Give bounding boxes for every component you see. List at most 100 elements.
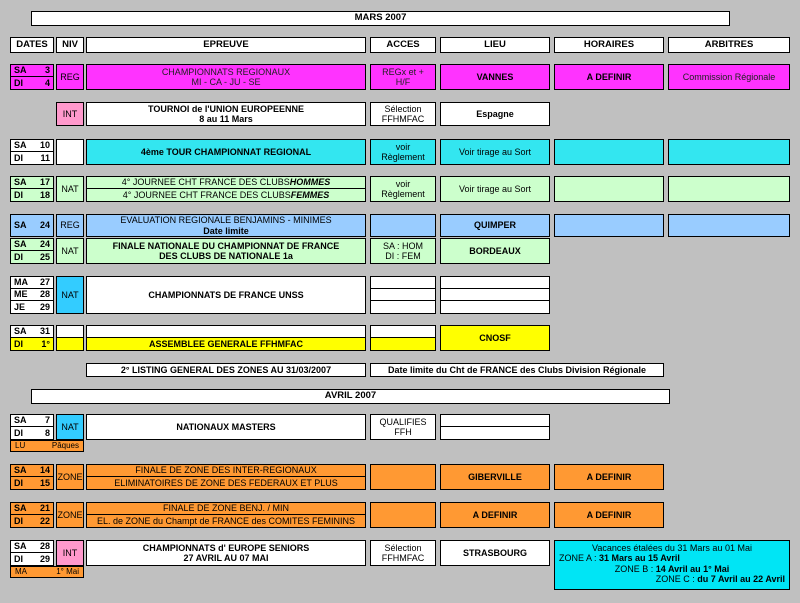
lieu-cell: BORDEAUX [440,238,550,264]
acces-line: QUALIFIES [379,416,427,427]
niv-cell: INT [56,540,84,566]
day-number: 1° [41,338,50,349]
day-number: 4 [44,77,50,88]
horaires-cell: A DEFINIR [554,64,664,90]
lieu-cell: GIBERVILLE [440,464,550,490]
acces-cell: Sélection FFHMFAC [370,540,436,566]
month-title-mars: MARS 2007 [31,11,730,26]
acces-line: H/F [395,77,411,87]
day-number: 29 [39,553,50,564]
lieu-cell [440,301,550,314]
epreuve-cell: CHAMPIONNATS d' EUROPE SENIORS 27 AVRIL A… [86,540,366,566]
date-cell: SA 21 [10,502,54,515]
holiday-mai: MA 1° Mai [10,566,84,578]
date-cell: SA 24 [10,214,54,237]
day: DI [14,251,23,262]
epreuve-text: 4° JOURNEE CHT FRANCE DES CLUBS [122,189,291,200]
day-number: 22 [39,515,50,526]
niv-cell: REG [56,214,84,237]
day: DI [14,515,23,526]
zone-label: ZONE B : [614,563,656,574]
acces-line: FFH [394,427,412,437]
day-number: 28 [39,541,50,552]
acces-cell: Sélection FFHMFAC [370,102,436,126]
epreuve-cell: CHAMPIONNATS DE FRANCE UNSS [86,276,366,314]
niv-cell [56,139,84,165]
epreuve-cell: ASSEMBLEE GENERALE FFHMFAC [86,338,366,351]
month-title-text: MARS 2007 [354,12,407,24]
header-niv: NIV [56,37,84,53]
zone-dates: du 7 Avril au 22 Avril [697,574,785,585]
date-cell: SA 28 [10,540,54,553]
acces-line: Sélection [384,103,422,114]
lieu-cell: Voir tirage au Sort [440,176,550,202]
date-cell: DI 25 [10,251,54,264]
lieu-cell: CNOSF [440,325,550,351]
day-number: 11 [40,152,50,163]
lieu-cell: VANNES [440,64,550,90]
header-dates: DATES [10,37,54,53]
arbitres-cell: Commission Régionale [668,64,790,90]
day: SA [14,541,27,552]
horaires-cell: A DEFINIR [554,464,664,490]
day: SA [14,239,27,250]
zone-dates: 31 Mars au 15 Avril [599,553,680,564]
holiday-paques: LU Pâques [10,440,84,452]
day-number: 25 [39,251,50,262]
acces-line: voir [395,141,411,152]
acces-line: REGx et + [382,66,424,77]
acces-line: FFHMFAC [381,114,425,124]
epreuve-line: EVALUATION REGIONALE BENJAMINS - MINIMES [120,215,332,226]
day: SA [14,65,27,76]
niv-cell: ZONE [56,502,84,528]
epreuve-cell: NATIONAUX MASTERS [86,414,366,440]
day-number: 27 [39,277,50,288]
acces-line: voir [395,178,411,189]
lieu-cell [440,276,550,289]
niv-cell: INT [56,102,84,126]
epreuve-line: FINALE DE ZONE DES INTER-REGIONAUX [86,464,366,477]
acces-line: Sélection [384,542,422,553]
epreuve-cell: TOURNOI de l'UNION EUROPEENNE 8 au 11 Mar… [86,102,366,126]
holiday-label: Pâques [51,441,79,451]
day: SA [14,177,27,188]
date-cell: SA 7 [10,414,54,427]
acces-line: Règlement [381,152,425,162]
epreuve-cell: 4ème TOUR CHAMPIONNAT REGIONAL [86,139,366,165]
date-cell: JE 29 [10,301,54,314]
day-number: 21 [39,503,50,514]
day: SA [14,220,27,231]
holiday-label: 1° Mai [56,567,79,577]
date-cell: DI 18 [10,189,54,202]
date-cell: SA 17 [10,176,54,189]
arbitres-cell [668,214,790,237]
lieu-cell [440,414,550,427]
acces-line: SA : HOM [382,240,423,251]
day-number: 24 [39,220,50,231]
header-acces: ACCES [370,37,436,53]
date-cell: DI 11 [10,152,54,165]
header-epreuve: EPREUVE [86,37,366,53]
epreuve-line: CHAMPIONNATS REGIONAUX [161,66,291,77]
date-cell: SA 24 [10,238,54,251]
niv-cell: REG [56,64,84,90]
epreuve-line-femmes: 4° JOURNEE CHT FRANCE DES CLUBS FEMMES [86,189,366,202]
day-number: 17 [39,177,50,188]
date-cell: SA 14 [10,464,54,477]
day: SA [14,326,27,337]
day-number: 18 [39,189,50,200]
date-cell: DI 22 [10,515,54,528]
lieu-cell: Espagne [440,102,550,126]
epreuve-line: FINALE DE ZONE BENJ. / MIN [86,502,366,515]
acces-cell [370,289,436,301]
day: JE [14,301,26,312]
day: SA [14,140,27,151]
lieu-cell: STRASBOURG [440,540,550,566]
date-cell: DI 15 [10,477,54,490]
acces-cell [370,276,436,289]
day-number: 28 [39,289,50,300]
vacances-zone-a: ZONE A : 31 Mars au 15 Avril [559,553,680,563]
day-number: 24 [39,239,50,250]
epreuve-line: CHAMPIONNATS d' EUROPE SENIORS [142,542,310,553]
day: DI [14,477,23,488]
